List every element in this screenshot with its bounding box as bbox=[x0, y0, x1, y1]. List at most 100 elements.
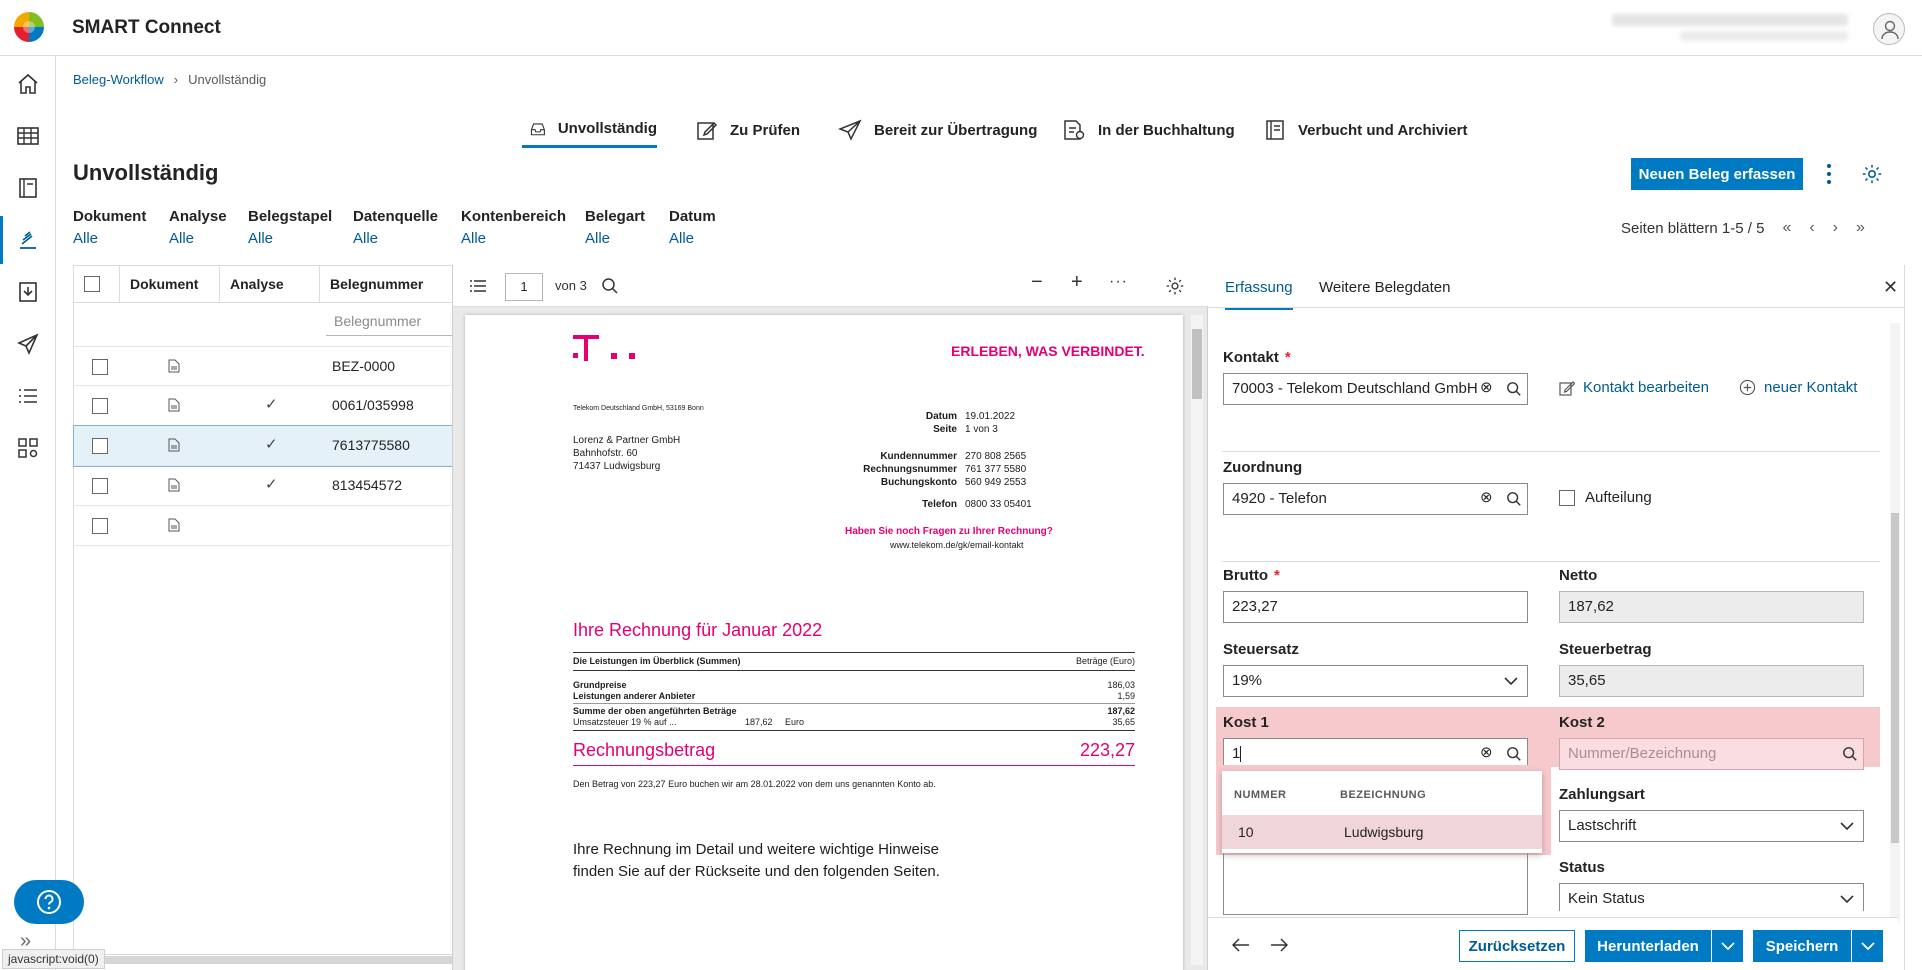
filter-dokument[interactable]: Dokument Alle bbox=[73, 208, 146, 247]
search-icon[interactable] bbox=[601, 277, 619, 295]
nav-home[interactable] bbox=[0, 56, 56, 112]
tab-verbucht-und-archiviert[interactable]: Verbucht und Archiviert bbox=[1264, 112, 1467, 148]
filter-belegstapel[interactable]: Belegstapel Alle bbox=[248, 208, 332, 247]
first-page-icon[interactable]: « bbox=[1782, 219, 1791, 237]
form-scrollbar[interactable] bbox=[1890, 323, 1900, 923]
aufteilung-checkbox[interactable] bbox=[1559, 489, 1575, 506]
filter-value[interactable]: Alle bbox=[585, 230, 645, 247]
filter-datenquelle[interactable]: Datenquelle Alle bbox=[353, 208, 438, 247]
clear-icon[interactable]: ⊗ bbox=[1480, 488, 1493, 506]
search-icon[interactable] bbox=[1506, 491, 1522, 507]
page-number-input[interactable]: 1 bbox=[505, 273, 543, 301]
header-belegnummer[interactable]: Belegnummer bbox=[320, 266, 454, 302]
horizontal-scrollbar[interactable] bbox=[74, 956, 454, 964]
status-select[interactable]: Kein Status bbox=[1559, 883, 1864, 911]
dropdown-option[interactable]: 10 Ludwigsburg bbox=[1222, 815, 1542, 849]
prev-page-icon[interactable]: ‹ bbox=[1809, 219, 1814, 237]
more-tools-icon[interactable]: ··· bbox=[1109, 273, 1128, 291]
filter-value[interactable]: Alle bbox=[669, 230, 716, 247]
aufteilung-option[interactable]: Aufteilung bbox=[1559, 489, 1652, 506]
outline-list-icon[interactable] bbox=[469, 278, 487, 294]
more-options-icon[interactable] bbox=[1822, 162, 1836, 186]
nav-book[interactable] bbox=[0, 160, 56, 216]
zuordnung-field[interactable]: 4920 - Telefon ⊗ bbox=[1223, 483, 1528, 515]
filter-value[interactable]: Alle bbox=[73, 230, 146, 247]
tab-in-der-buchhaltung[interactable]: In der Buchhaltung bbox=[1062, 112, 1235, 148]
table-row-selected[interactable]: ✓ 7613775580 bbox=[73, 425, 455, 467]
tab-unvollstaendig[interactable]: Unvollständig bbox=[522, 112, 657, 148]
table-row[interactable]: ✓ 0061/035998 bbox=[74, 386, 454, 426]
filter-value[interactable]: Alle bbox=[461, 230, 566, 247]
table-row[interactable]: ✓ 813454572 bbox=[74, 466, 454, 506]
search-icon[interactable] bbox=[1506, 381, 1522, 397]
row-checkbox[interactable] bbox=[92, 478, 108, 494]
filter-kontenbereich[interactable]: Kontenbereich Alle bbox=[461, 208, 566, 247]
next-page-icon[interactable]: › bbox=[1833, 219, 1838, 237]
clear-icon[interactable]: ⊗ bbox=[1480, 743, 1493, 761]
arrow-left-icon[interactable] bbox=[1232, 938, 1250, 952]
kontakt-field[interactable]: 70003 - Telekom Deutschland GmbH ⊗ bbox=[1223, 373, 1528, 405]
tab-weitere-belegdaten[interactable]: Weitere Belegdaten bbox=[1319, 279, 1450, 296]
help-button[interactable] bbox=[14, 880, 84, 924]
kost2-input[interactable]: Nummer/Bezeichnung bbox=[1559, 738, 1864, 770]
download-options-button[interactable] bbox=[1711, 930, 1743, 962]
reset-button[interactable]: Zurücksetzen bbox=[1459, 930, 1575, 962]
filter-value[interactable]: Alle bbox=[353, 230, 438, 247]
nav-list[interactable] bbox=[0, 368, 56, 424]
pdf-scrollbar[interactable] bbox=[1191, 315, 1203, 965]
table-row[interactable] bbox=[74, 506, 454, 546]
filter-analyse[interactable]: Analyse Alle bbox=[169, 208, 227, 247]
avatar[interactable] bbox=[1873, 13, 1905, 45]
select-all-checkbox[interactable] bbox=[84, 276, 100, 292]
table-row[interactable]: BEZ-0000 bbox=[74, 346, 454, 386]
filter-belegart[interactable]: Belegart Alle bbox=[585, 208, 645, 247]
invoice-rule bbox=[573, 703, 1135, 704]
zahlungsart-select[interactable]: Lastschrift bbox=[1559, 810, 1864, 842]
nav-table[interactable] bbox=[0, 108, 56, 164]
invoice-recipient-line: 71437 Ludwigsburg bbox=[573, 461, 661, 472]
filter-datum[interactable]: Datum Alle bbox=[669, 208, 716, 247]
new-contact-link[interactable]: neuer Kontakt bbox=[1739, 379, 1857, 396]
invoice-rule bbox=[573, 670, 1135, 671]
pdf-scrollbar-thumb[interactable] bbox=[1192, 329, 1202, 399]
form-scrollbar-thumb[interactable] bbox=[1891, 513, 1899, 843]
row-checkbox[interactable] bbox=[92, 359, 108, 375]
arrow-right-icon[interactable] bbox=[1270, 938, 1288, 952]
search-icon[interactable] bbox=[1506, 746, 1522, 762]
tab-zu-pruefen[interactable]: Zu Prüfen bbox=[696, 112, 800, 148]
gear-icon[interactable] bbox=[1861, 163, 1883, 185]
close-icon[interactable]: ✕ bbox=[1883, 277, 1898, 298]
clear-icon[interactable]: ⊗ bbox=[1480, 378, 1493, 396]
header-dokument[interactable]: Dokument bbox=[120, 266, 220, 302]
search-icon[interactable] bbox=[1842, 746, 1858, 762]
nav-beleg-workflow[interactable] bbox=[0, 212, 56, 268]
row-checkbox[interactable] bbox=[92, 438, 108, 454]
download-button[interactable]: Herunterladen bbox=[1585, 930, 1711, 962]
belegnummer-filter-input[interactable]: Belegnummer bbox=[326, 308, 456, 336]
nav-settings-grid[interactable] bbox=[0, 420, 56, 476]
viewer-settings-gear-icon[interactable] bbox=[1165, 276, 1185, 296]
tab-bereit-zur-uebertragung[interactable]: Bereit zur Übertragung bbox=[838, 112, 1037, 148]
edit-contact-link[interactable]: Kontakt bearbeiten bbox=[1559, 379, 1709, 396]
row-checkbox[interactable] bbox=[92, 398, 108, 414]
save-options-button[interactable] bbox=[1851, 930, 1883, 962]
steuersatz-select[interactable]: 19% bbox=[1223, 665, 1528, 697]
chevron-down-icon bbox=[1860, 942, 1875, 951]
steuerbetrag-label: Steuerbetrag bbox=[1559, 641, 1652, 658]
new-document-button[interactable]: Neuen Beleg erfassen bbox=[1631, 158, 1803, 190]
belegnummer-cell: 813454572 bbox=[332, 477, 403, 493]
breadcrumb-root[interactable]: Beleg-Workflow bbox=[73, 72, 164, 87]
notes-textarea[interactable] bbox=[1223, 853, 1528, 915]
last-page-icon[interactable]: » bbox=[1856, 219, 1865, 237]
row-checkbox[interactable] bbox=[92, 518, 108, 534]
zoom-out-icon[interactable]: − bbox=[1031, 271, 1043, 294]
nav-download[interactable] bbox=[0, 264, 56, 320]
tab-erfassung[interactable]: Erfassung bbox=[1225, 279, 1293, 310]
filter-value[interactable]: Alle bbox=[248, 230, 332, 247]
brutto-input[interactable]: 223,27 bbox=[1223, 591, 1528, 623]
header-analyse[interactable]: Analyse bbox=[220, 266, 320, 302]
nav-send[interactable] bbox=[0, 316, 56, 372]
zoom-in-icon[interactable]: + bbox=[1071, 271, 1083, 294]
save-button[interactable]: Speichern bbox=[1753, 930, 1851, 962]
filter-value[interactable]: Alle bbox=[169, 230, 227, 247]
